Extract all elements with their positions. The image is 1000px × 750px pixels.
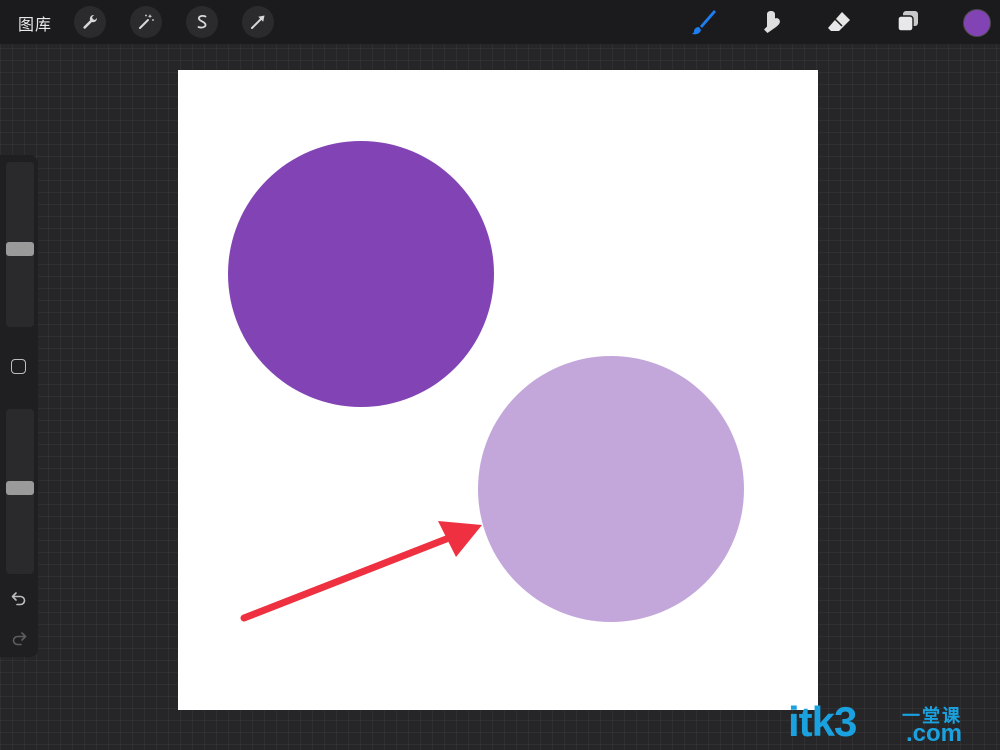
redo-icon: [12, 632, 27, 646]
layers-icon: [897, 11, 918, 32]
watermark-main-text: itk3: [788, 698, 857, 745]
dark-purple-circle: [228, 141, 494, 407]
undo-button[interactable]: [8, 587, 30, 609]
site-watermark: itk3 一堂课 .com: [788, 698, 998, 748]
canvas-artwork: [228, 141, 744, 622]
layers-button[interactable]: [891, 5, 925, 39]
color-picker-button[interactable]: [963, 9, 991, 37]
red-arrow-shaft: [240, 532, 458, 622]
smudge-tool-button[interactable]: [754, 5, 788, 39]
smudge-icon: [764, 11, 780, 33]
magic-wand-icon: [139, 14, 154, 29]
eraser-icon: [828, 12, 850, 31]
light-purple-circle: [478, 356, 744, 622]
adjustments-button[interactable]: [130, 6, 162, 38]
undo-icon: [11, 592, 26, 606]
selection-button[interactable]: [186, 6, 218, 38]
gallery-button[interactable]: 图库: [18, 11, 52, 35]
modify-button[interactable]: [11, 359, 26, 374]
brush-icon: [691, 10, 716, 35]
brush-size-slider[interactable]: [6, 162, 34, 327]
wrench-icon: [83, 15, 97, 29]
top-toolbar: 图库: [0, 0, 1000, 44]
drawing-canvas[interactable]: [178, 70, 818, 710]
brush-opacity-thumb[interactable]: [6, 481, 34, 495]
transform-arrow-icon: [251, 15, 265, 29]
eraser-tool-button[interactable]: [822, 5, 856, 39]
transform-button[interactable]: [242, 6, 274, 38]
brush-size-thumb[interactable]: [6, 242, 34, 256]
watermark-suffix-text: .com: [906, 720, 963, 747]
redo-button[interactable]: [8, 627, 30, 649]
selection-icon: [197, 15, 207, 29]
sidebar: [0, 155, 38, 657]
brush-tool-button[interactable]: [686, 5, 720, 39]
actions-button[interactable]: [74, 6, 106, 38]
brush-opacity-slider[interactable]: [6, 409, 34, 574]
